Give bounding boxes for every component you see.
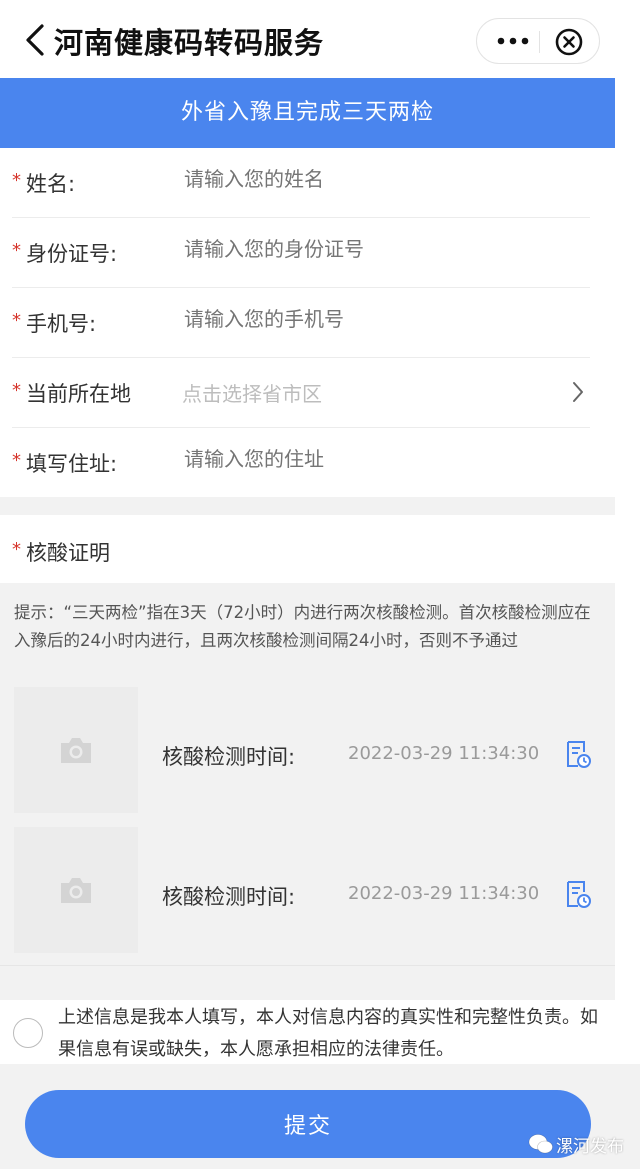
camera-icon xyxy=(61,738,91,763)
name-label: 姓名: xyxy=(26,172,76,196)
navigation-bar: 河南健康码转码服务 xyxy=(0,0,640,78)
capsule-divider xyxy=(539,31,540,53)
required-mark: * xyxy=(12,310,21,331)
info-form: * 姓名: * 身份证号: * 手机号: * 当前所在地 点击选择省市区 * 填… xyxy=(0,148,615,497)
address-input[interactable] xyxy=(182,448,566,473)
agreement-text: 上述信息是我本人填写，本人对信息内容的真实性和完整性负责。如果信息有误或缺失，本… xyxy=(58,1007,598,1060)
id-number-input[interactable] xyxy=(182,238,566,263)
name-row: * 姓名: xyxy=(12,148,590,218)
required-mark: * xyxy=(12,170,21,191)
photo-upload[interactable] xyxy=(14,687,138,813)
camera-icon xyxy=(61,878,91,903)
id-number-label: 身份证号: xyxy=(26,242,118,266)
nucleic-section-label: 核酸证明 xyxy=(26,541,110,565)
required-mark: * xyxy=(12,539,21,560)
test-time-label: 核酸检测时间: xyxy=(162,745,296,769)
location-label: 当前所在地 xyxy=(26,382,131,406)
nucleic-records-area: 提示：“三天两检”指在3天（72小时）内进行两次核酸检测。首次核酸检测应在入豫后… xyxy=(0,583,615,965)
phone-row: * 手机号: xyxy=(12,288,590,358)
back-arrow-icon[interactable] xyxy=(20,22,50,58)
test-time-value[interactable]: 2022-03-29 11:34:30 xyxy=(348,883,539,904)
agreement-radio[interactable] xyxy=(13,1018,43,1048)
agreement-row: 上述信息是我本人填写，本人对信息内容的真实性和完整性负责。如果信息有误或缺失，本… xyxy=(0,1000,615,1064)
photo-upload[interactable] xyxy=(14,827,138,953)
mini-program-capsule xyxy=(476,18,600,64)
category-banner: 外省入豫且完成三天两检 xyxy=(0,78,615,148)
test-time-value[interactable]: 2022-03-29 11:34:30 xyxy=(348,743,539,764)
nucleic-record: 核酸检测时间: 2022-03-29 11:34:30 xyxy=(14,687,604,813)
calendar-clock-icon[interactable] xyxy=(564,739,592,769)
wechat-icon xyxy=(528,1134,553,1154)
section-gap xyxy=(0,497,615,515)
address-label: 填写住址: xyxy=(26,452,118,476)
section-gap xyxy=(0,966,615,1000)
address-row: * 填写住址: xyxy=(12,428,590,497)
calendar-clock-icon[interactable] xyxy=(564,879,592,909)
more-icon[interactable] xyxy=(491,27,535,55)
required-mark: * xyxy=(12,380,21,401)
tip-text: 提示：“三天两检”指在3天（72小时）内进行两次核酸检测。首次核酸检测应在入豫后… xyxy=(14,603,591,650)
id-number-row: * 身份证号: xyxy=(12,218,590,288)
submit-button[interactable]: 提交 xyxy=(25,1090,591,1158)
location-picker[interactable]: 点击选择省市区 xyxy=(182,378,562,407)
watermark-text: 漯河发布 xyxy=(556,1137,624,1157)
close-icon[interactable] xyxy=(553,26,585,58)
test-time-label: 核酸检测时间: xyxy=(162,885,296,909)
phone-input[interactable] xyxy=(182,308,566,333)
nucleic-record: 核酸检测时间: 2022-03-29 11:34:30 xyxy=(14,827,604,953)
page-title: 河南健康码转码服务 xyxy=(54,26,325,60)
required-mark: * xyxy=(12,450,21,471)
chevron-right-icon[interactable] xyxy=(570,380,586,404)
name-input[interactable] xyxy=(182,168,566,193)
required-mark: * xyxy=(12,240,21,261)
phone-label: 手机号: xyxy=(26,312,97,336)
nucleic-section-header: * 核酸证明 xyxy=(0,515,615,583)
location-row[interactable]: * 当前所在地 点击选择省市区 xyxy=(12,358,590,428)
